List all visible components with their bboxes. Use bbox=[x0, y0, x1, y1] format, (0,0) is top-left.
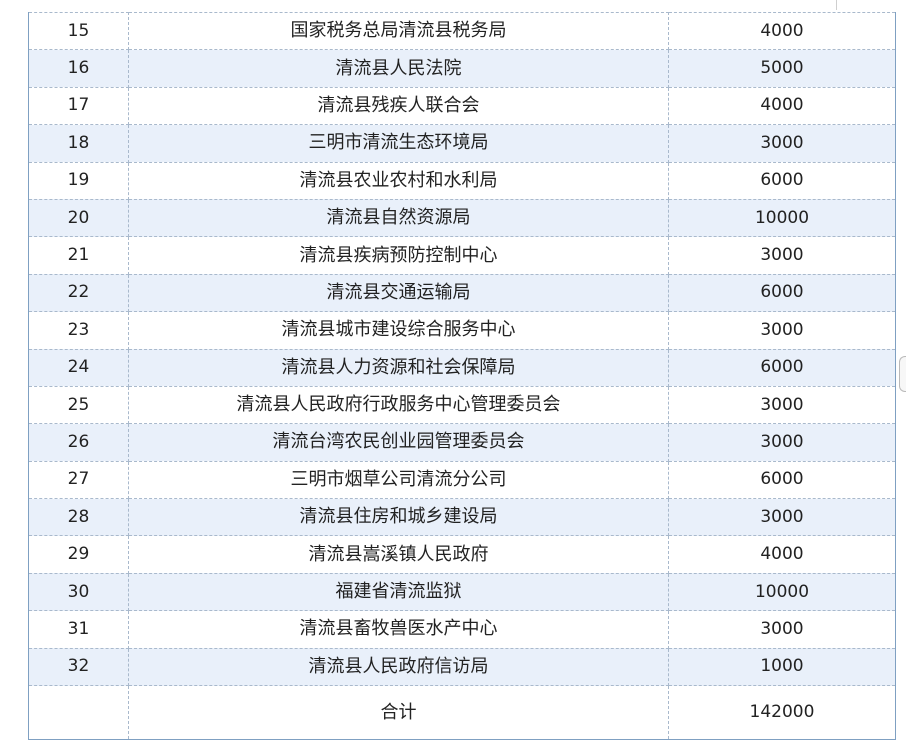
row-number: 29 bbox=[28, 535, 129, 574]
amount: 3000 bbox=[668, 610, 896, 649]
amount: 6000 bbox=[668, 161, 896, 200]
allocation-table: 15 国家税务总局清流县税务局 4000 16 清流县人民法院 5000 17 清流县残疾人联… bbox=[28, 11, 896, 741]
unit-name: 清流县人民法院 bbox=[128, 49, 669, 88]
amount: 3000 bbox=[668, 236, 896, 275]
total-row-number bbox=[28, 685, 129, 741]
table-row: 16 清流县人民法院 5000 bbox=[28, 49, 896, 88]
row-number: 18 bbox=[28, 124, 129, 163]
row-number: 17 bbox=[28, 86, 129, 126]
total-amount: 142000 bbox=[668, 685, 896, 741]
amount: 4000 bbox=[668, 86, 896, 126]
row-number: 15 bbox=[28, 11, 129, 51]
unit-name: 清流县交通运输局 bbox=[128, 273, 669, 313]
unit-name: 福建省清流监狱 bbox=[128, 572, 669, 612]
table-row: 27 三明市烟草公司清流分公司 6000 bbox=[28, 460, 896, 500]
amount: 10000 bbox=[668, 198, 896, 238]
unit-name: 清流县人民政府信访局 bbox=[128, 647, 669, 687]
row-number: 16 bbox=[28, 49, 129, 88]
table-row: 22 清流县交通运输局 6000 bbox=[28, 273, 896, 313]
row-number: 24 bbox=[28, 348, 129, 387]
table-row: 29 清流县嵩溪镇人民政府 4000 bbox=[28, 535, 896, 574]
amount: 3000 bbox=[668, 124, 896, 163]
table-row: 18 三明市清流生态环境局 3000 bbox=[28, 124, 896, 163]
unit-name: 清流县城市建设综合服务中心 bbox=[128, 311, 669, 350]
table-row: 30 福建省清流监狱 10000 bbox=[28, 572, 896, 612]
table-row: 31 清流县畜牧兽医水产中心 3000 bbox=[28, 610, 896, 649]
unit-name: 清流县畜牧兽医水产中心 bbox=[128, 610, 669, 649]
table-row: 19 清流县农业农村和水利局 6000 bbox=[28, 161, 896, 200]
row-number: 19 bbox=[28, 161, 129, 200]
amount: 3000 bbox=[668, 498, 896, 537]
unit-name: 清流县农业农村和水利局 bbox=[128, 161, 669, 200]
unit-name: 清流县人力资源和社会保障局 bbox=[128, 348, 669, 387]
table-row: 24 清流县人力资源和社会保障局 6000 bbox=[28, 348, 896, 387]
amount: 4000 bbox=[668, 535, 896, 574]
unit-name: 三明市清流生态环境局 bbox=[128, 124, 669, 163]
unit-name: 清流县住房和城乡建设局 bbox=[128, 498, 669, 537]
row-number: 31 bbox=[28, 610, 129, 649]
left-margin bbox=[0, 0, 28, 746]
row-number: 28 bbox=[28, 498, 129, 537]
table-row: 20 清流县自然资源局 10000 bbox=[28, 198, 896, 238]
row-number: 30 bbox=[28, 572, 129, 612]
amount: 4000 bbox=[668, 11, 896, 51]
table-row: 25 清流县人民政府行政服务中心管理委员会 3000 bbox=[28, 385, 896, 425]
row-number: 20 bbox=[28, 198, 129, 238]
amount: 6000 bbox=[668, 460, 896, 500]
row-number: 25 bbox=[28, 385, 129, 425]
amount: 6000 bbox=[668, 348, 896, 387]
unit-name: 清流台湾农民创业园管理委员会 bbox=[128, 423, 669, 462]
column-divider-tick bbox=[836, 0, 837, 10]
table-row: 17 清流县残疾人联合会 4000 bbox=[28, 86, 896, 126]
row-number: 21 bbox=[28, 236, 129, 275]
row-number: 22 bbox=[28, 273, 129, 313]
table-row: 28 清流县住房和城乡建设局 3000 bbox=[28, 498, 896, 537]
scrollbar-handle[interactable] bbox=[899, 356, 906, 392]
unit-name: 国家税务总局清流县税务局 bbox=[128, 11, 669, 51]
table-row: 32 清流县人民政府信访局 1000 bbox=[28, 647, 896, 687]
row-number: 32 bbox=[28, 647, 129, 687]
total-label: 合计 bbox=[128, 685, 669, 741]
unit-name: 清流县疾病预防控制中心 bbox=[128, 236, 669, 275]
table-body: 15 国家税务总局清流县税务局 4000 16 清流县人民法院 5000 17 清流县残疾人联… bbox=[28, 11, 896, 741]
row-number: 26 bbox=[28, 423, 129, 462]
amount: 10000 bbox=[668, 572, 896, 612]
amount: 3000 bbox=[668, 423, 896, 462]
row-number: 23 bbox=[28, 311, 129, 350]
unit-name: 清流县残疾人联合会 bbox=[128, 86, 669, 126]
row-number: 27 bbox=[28, 460, 129, 500]
unit-name: 三明市烟草公司清流分公司 bbox=[128, 460, 669, 500]
unit-name: 清流县人民政府行政服务中心管理委员会 bbox=[128, 385, 669, 425]
table-row: 23 清流县城市建设综合服务中心 3000 bbox=[28, 311, 896, 350]
total-row: 合计 142000 bbox=[28, 685, 896, 741]
unit-name: 清流县嵩溪镇人民政府 bbox=[128, 535, 669, 574]
amount: 3000 bbox=[668, 385, 896, 425]
amount: 3000 bbox=[668, 311, 896, 350]
table-row: 15 国家税务总局清流县税务局 4000 bbox=[28, 11, 896, 51]
amount: 1000 bbox=[668, 647, 896, 687]
amount: 6000 bbox=[668, 273, 896, 313]
table-row: 26 清流台湾农民创业园管理委员会 3000 bbox=[28, 423, 896, 462]
amount: 5000 bbox=[668, 49, 896, 88]
unit-name: 清流县自然资源局 bbox=[128, 198, 669, 238]
table-row: 21 清流县疾病预防控制中心 3000 bbox=[28, 236, 896, 275]
